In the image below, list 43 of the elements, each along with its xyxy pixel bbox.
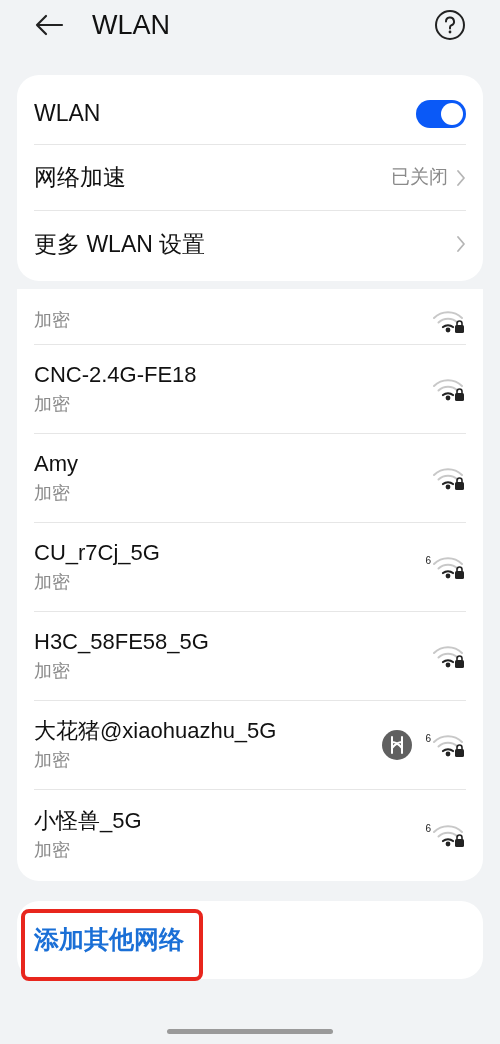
help-icon[interactable] <box>434 9 466 41</box>
chevron-icon <box>456 168 466 187</box>
wlan-switch[interactable] <box>416 99 466 128</box>
wifi-standard-label: 6 <box>425 556 431 566</box>
page-title: WLAN <box>92 8 171 42</box>
security-label: 加密 <box>34 749 71 772</box>
network-row[interactable]: H3C_58FE58_5G 加密 <box>34 612 466 701</box>
security-label: 加密 <box>34 309 71 332</box>
security-label: 加密 <box>34 838 71 862</box>
settings-row[interactable]: 更多 WLAN 设置 <box>34 211 466 277</box>
add-network-link[interactable]: 添加其他网络 <box>34 921 184 959</box>
setting-label: WLAN <box>34 99 102 129</box>
setting-label: 网络加速 <box>34 163 127 193</box>
security-label: 加密 <box>34 393 71 416</box>
network-row[interactable]: CNC-2.4G-FE18 加密 <box>34 345 466 434</box>
network-name: 小怪兽_5G <box>34 806 143 835</box>
chevron-icon <box>456 235 466 253</box>
wifi-lock-icon <box>432 376 466 402</box>
network-name: Amy <box>34 450 79 478</box>
network-name: CNC-2.4G-FE18 <box>34 361 198 389</box>
network-row[interactable]: 小怪兽_5G 加密 6 <box>34 790 466 879</box>
setting-label: 更多 WLAN 设置 <box>34 229 207 259</box>
wifi-lock-icon <box>432 732 466 758</box>
network-row[interactable]: Amy 加密 <box>34 434 466 523</box>
network-name: CU_r7Cj_5G <box>34 539 161 567</box>
network-name: 大花猪@xiaohuazhu_5G <box>34 717 278 745</box>
setting-value: 已关闭 <box>391 165 448 190</box>
security-label: 加密 <box>34 660 71 683</box>
network-row[interactable]: 加密 <box>34 289 466 345</box>
wifi-lock-icon <box>432 554 466 580</box>
wifi-lock-icon <box>432 465 466 491</box>
security-label: 加密 <box>34 571 71 594</box>
wifi-standard-label: 6 <box>425 823 431 834</box>
network-row[interactable]: CU_r7Cj_5G 加密 6 <box>34 523 466 612</box>
wifi-lock-icon <box>432 643 466 669</box>
network-name: H3C_58FE58_5G <box>34 628 210 656</box>
security-label: 加密 <box>34 482 71 505</box>
settings-row[interactable]: 网络加速 已关闭 <box>34 145 466 211</box>
back-arrow-icon[interactable] <box>34 14 64 36</box>
wifi-lock-icon <box>432 308 466 334</box>
wifi-standard-label: 6 <box>425 734 431 744</box>
network-row[interactable]: 大花猪@xiaohuazhu_5G 加密 6 <box>34 701 466 790</box>
shared-network-icon <box>381 729 414 761</box>
